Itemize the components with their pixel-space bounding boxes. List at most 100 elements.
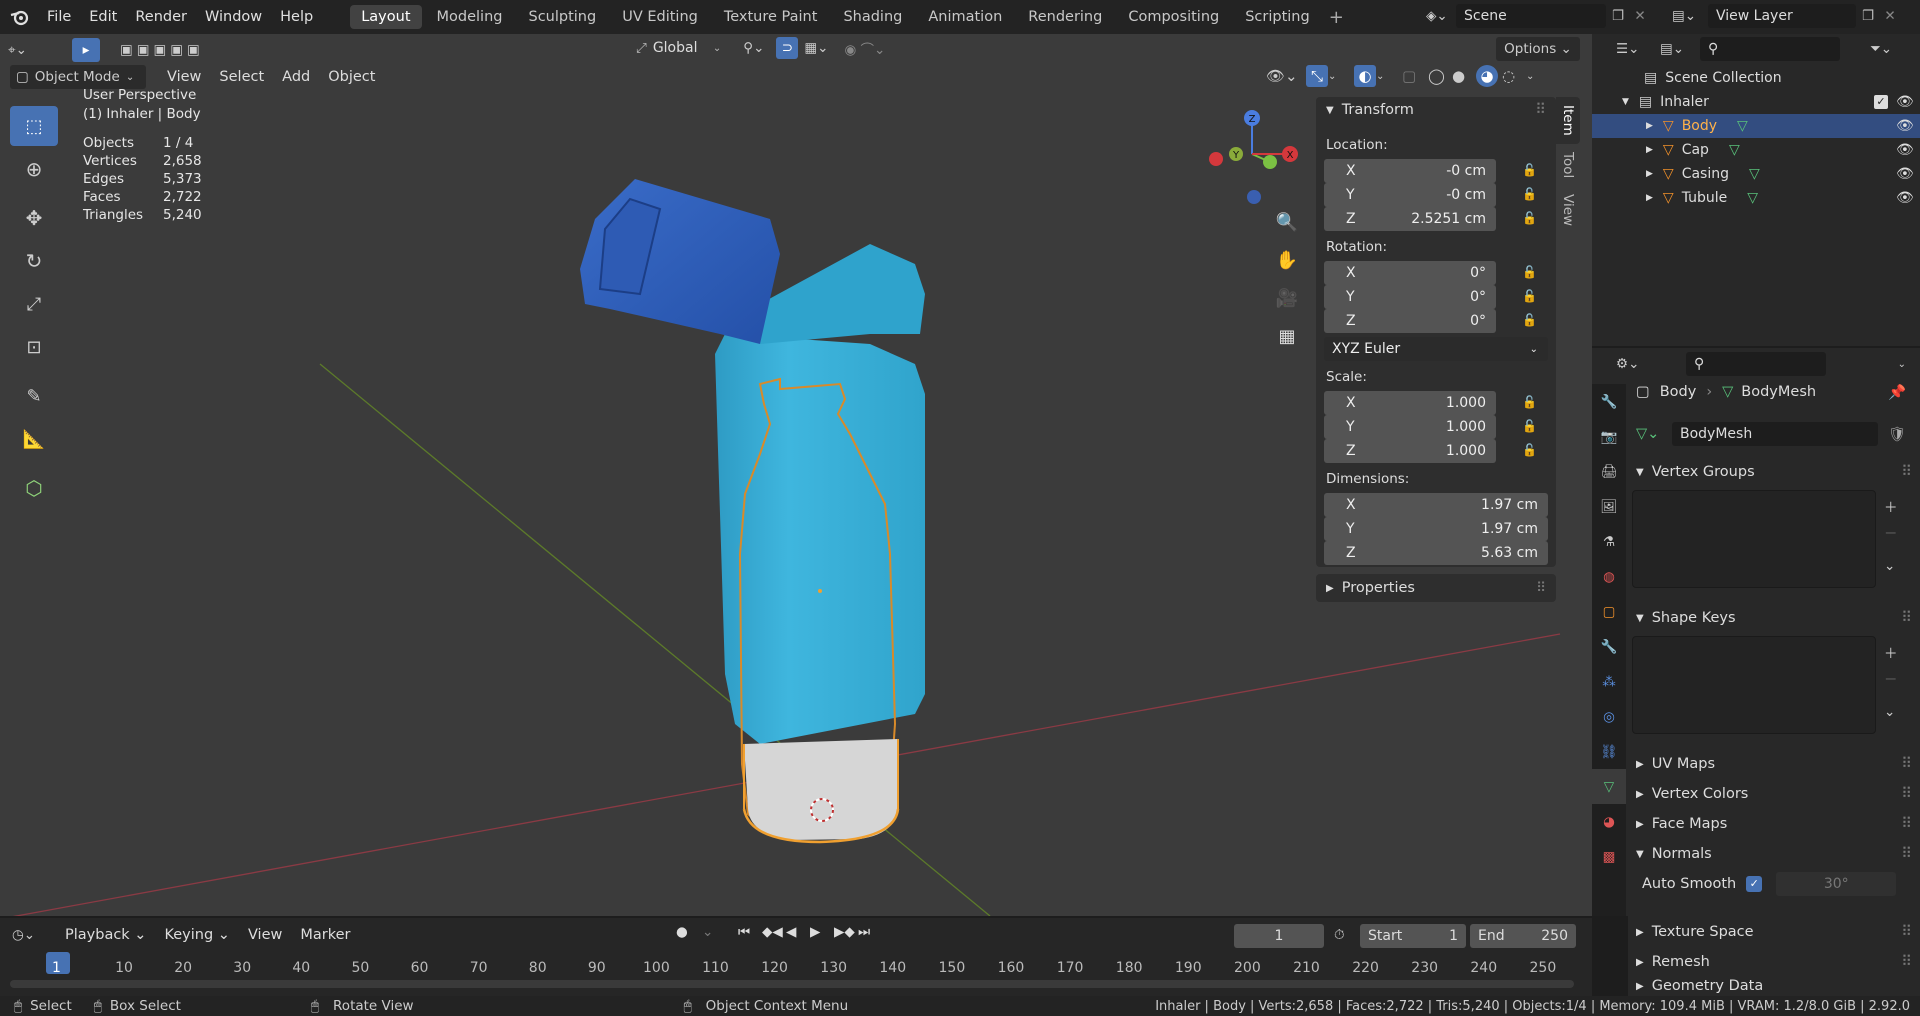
proportional-edit-icon[interactable]: ◉ ⌒⌄ bbox=[844, 38, 885, 58]
scene-icon[interactable]: ◈⌄ bbox=[1426, 8, 1456, 24]
rotation-x-field[interactable]: X 0° bbox=[1324, 261, 1496, 285]
section-vertex-colors[interactable]: ▶ Vertex Colors ⠿ bbox=[1628, 780, 1920, 808]
drag-handle-icon[interactable]: ⠿ bbox=[1901, 464, 1912, 480]
section-uv-maps[interactable]: ▶ UV Maps ⠿ bbox=[1628, 750, 1920, 778]
mesh-data-icon[interactable]: ▽ bbox=[1749, 166, 1760, 182]
play-icon[interactable]: ▶ bbox=[810, 924, 834, 940]
physics-tab-icon[interactable]: ◎ bbox=[1592, 699, 1626, 734]
tab-scripting[interactable]: Scripting bbox=[1234, 5, 1320, 29]
keyframe-dropdown-icon[interactable]: ⌄ bbox=[702, 924, 738, 940]
timeline-view-menu[interactable]: View bbox=[239, 924, 291, 946]
new-view-layer-icon[interactable]: ❐ bbox=[1856, 8, 1880, 24]
current-frame-field[interactable]: 1 bbox=[1234, 924, 1324, 948]
tab-shading[interactable]: Shading bbox=[832, 5, 913, 29]
tab-modeling[interactable]: Modeling bbox=[426, 5, 514, 29]
rotation-mode-dropdown[interactable]: XYZ Euler ⌄ bbox=[1324, 337, 1548, 361]
select-box-tool[interactable]: ⬚ bbox=[10, 106, 58, 146]
lock-icon[interactable]: 🔓 bbox=[1522, 289, 1537, 303]
shape-keys-list[interactable] bbox=[1632, 636, 1876, 734]
vertex-group-specials-icon[interactable]: ⌄ bbox=[1884, 558, 1895, 574]
selection-modes-icon[interactable]: ▣▣▣▣▣ bbox=[120, 42, 204, 58]
record-icon[interactable]: ● bbox=[676, 924, 702, 940]
rotation-z-field[interactable]: Z 0° bbox=[1324, 309, 1496, 333]
properties-subpanel[interactable]: ▶ Properties ⠿ bbox=[1316, 574, 1556, 602]
material-tab-icon[interactable]: ◕ bbox=[1592, 804, 1626, 839]
cursor-tool[interactable]: ⊕ bbox=[10, 149, 58, 189]
scale-tool[interactable]: ⤢ bbox=[10, 284, 58, 324]
menu-help[interactable]: Help bbox=[271, 9, 322, 25]
tab-tool[interactable]: Tool bbox=[1556, 144, 1580, 186]
scale-z-field[interactable]: Z 1.000 bbox=[1324, 439, 1496, 463]
prev-keyframe-icon[interactable]: ◆◀ bbox=[762, 924, 786, 940]
lock-icon[interactable]: 🔓 bbox=[1522, 187, 1537, 201]
menu-select[interactable]: Select bbox=[210, 66, 273, 88]
delete-view-layer-icon[interactable]: ✕ bbox=[1880, 8, 1900, 24]
add-workspace-icon[interactable]: + bbox=[1329, 7, 1344, 28]
lock-icon[interactable]: 🔓 bbox=[1522, 163, 1537, 177]
tab-animation[interactable]: Animation bbox=[917, 5, 1013, 29]
tab-compositing[interactable]: Compositing bbox=[1117, 5, 1230, 29]
transform-tool[interactable]: ⊡ bbox=[10, 327, 58, 367]
scale-x-field[interactable]: X 1.000 bbox=[1324, 391, 1496, 415]
snap-target-icon[interactable]: ▦⌄ bbox=[804, 40, 828, 56]
display-mode-icon[interactable]: ▤⌄ bbox=[1660, 41, 1700, 57]
dimension-z-field[interactable]: Z 5.63 cm bbox=[1324, 541, 1548, 565]
play-reverse-icon[interactable]: ◀ bbox=[786, 924, 810, 940]
eye-icon[interactable]: 👁 bbox=[1896, 166, 1914, 182]
location-z-field[interactable]: Z 2.5251 cm bbox=[1324, 207, 1496, 231]
include-checkbox[interactable]: ✓ bbox=[1874, 95, 1888, 109]
menu-file[interactable]: File bbox=[38, 9, 80, 25]
gizmo-toggle-icon[interactable]: ⤡ bbox=[1306, 65, 1328, 87]
collection-inhaler-row[interactable]: ▼ ▤ Inhaler ✓ 👁 bbox=[1592, 90, 1920, 114]
gizmo-dropdown-icon[interactable]: ⌄ bbox=[1328, 71, 1348, 82]
eye-icon[interactable]: 👁 bbox=[1896, 94, 1914, 110]
tab-item[interactable]: Item bbox=[1556, 97, 1580, 144]
menu-view[interactable]: View bbox=[158, 66, 210, 88]
playback-menu[interactable]: Playback ⌄ bbox=[56, 924, 155, 946]
lock-icon[interactable]: 🔓 bbox=[1522, 419, 1537, 433]
tab-layout[interactable]: Layout bbox=[350, 5, 422, 29]
pin-icon[interactable]: 📌 bbox=[1888, 384, 1906, 401]
snap-icon[interactable]: ⊃ bbox=[776, 37, 799, 59]
annotate-tool[interactable]: ✎ bbox=[10, 376, 58, 416]
constraints-tab-icon[interactable]: ⛓ bbox=[1592, 734, 1626, 769]
add-cube-tool[interactable]: ⬡ bbox=[10, 468, 58, 508]
section-face-maps[interactable]: ▶ Face Maps ⠿ bbox=[1628, 810, 1920, 838]
timeline-editor-icon[interactable]: ◷⌄ bbox=[12, 927, 56, 943]
end-frame-field[interactable]: End 250 bbox=[1470, 924, 1576, 948]
orientation-dropdown[interactable]: Global bbox=[653, 40, 713, 56]
outliner-editor-icon[interactable]: ☰⌄ bbox=[1616, 41, 1660, 57]
visibility-icon[interactable]: 👁⌄ bbox=[1266, 67, 1306, 85]
outliner-item-tubule[interactable]: ▶ ▽ Tubule ▽ 👁 bbox=[1592, 186, 1920, 210]
xray-icon[interactable]: ▢ bbox=[1402, 67, 1428, 85]
mesh-data-icon[interactable]: ▽ bbox=[1729, 142, 1740, 158]
zoom-icon[interactable]: 🔍 bbox=[1272, 212, 1302, 250]
eye-icon[interactable]: 👁 bbox=[1896, 118, 1914, 134]
rotate-tool[interactable]: ↻ bbox=[10, 241, 58, 281]
scene-tab-icon[interactable]: ⚗ bbox=[1592, 524, 1626, 559]
fake-user-icon[interactable]: 🛡 bbox=[1888, 426, 1906, 443]
location-x-field[interactable]: X -0 cm bbox=[1324, 159, 1496, 183]
drag-handle-icon[interactable]: ⠿ bbox=[1536, 580, 1546, 596]
rotation-y-field[interactable]: Y 0° bbox=[1324, 285, 1496, 309]
overlays-dropdown-icon[interactable]: ⌄ bbox=[1376, 71, 1402, 82]
add-vertex-group-icon[interactable]: ＋ bbox=[1884, 496, 1898, 516]
camera-view-icon[interactable]: 🎥 bbox=[1272, 288, 1302, 326]
menu-add[interactable]: Add bbox=[273, 66, 319, 88]
keying-menu[interactable]: Keying ⌄ bbox=[155, 924, 238, 946]
section-vertex-groups[interactable]: ▼ Vertex Groups ⠿ bbox=[1628, 458, 1920, 486]
filter-icon[interactable]: ⏷⌄ bbox=[1870, 41, 1892, 57]
delete-scene-icon[interactable]: ✕ bbox=[1630, 8, 1650, 24]
tab-uv-editing[interactable]: UV Editing bbox=[611, 5, 709, 29]
lock-icon[interactable]: 🔓 bbox=[1522, 211, 1537, 225]
drag-handle-icon[interactable]: ⠿ bbox=[1535, 102, 1546, 118]
navigation-gizmo[interactable]: Z Y X bbox=[1206, 104, 1302, 204]
properties-search-input[interactable]: ⚲ bbox=[1686, 352, 1826, 376]
next-keyframe-icon[interactable]: ▶◆ bbox=[834, 924, 858, 940]
tab-view[interactable]: View bbox=[1556, 186, 1580, 234]
dimension-x-field[interactable]: X 1.97 cm bbox=[1324, 493, 1548, 517]
pivot-icon[interactable]: ⚲⌄ bbox=[743, 40, 764, 56]
start-frame-field[interactable]: Start 1 bbox=[1360, 924, 1466, 948]
select-mode-icon[interactable]: ▸ bbox=[72, 38, 100, 62]
add-shape-key-icon[interactable]: ＋ bbox=[1884, 642, 1898, 662]
